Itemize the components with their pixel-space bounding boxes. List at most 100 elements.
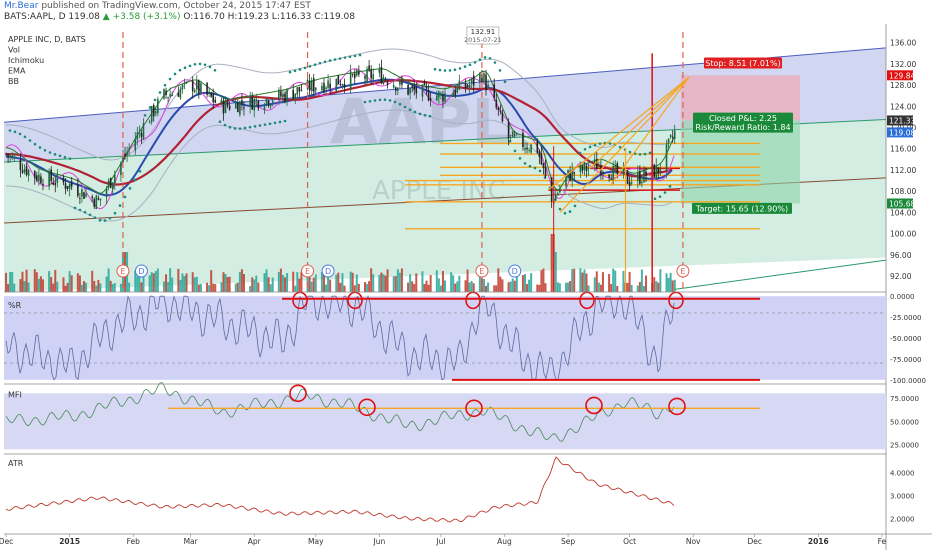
volume-bar <box>177 268 180 292</box>
volume-bar <box>95 285 98 292</box>
volume-bar <box>427 284 430 292</box>
time-tick-label: Jul <box>435 537 445 546</box>
publish-line: Mr.Bear published on TradingView.com, Oc… <box>4 1 311 11</box>
volume-bar <box>185 273 188 292</box>
volume-bar <box>444 280 446 292</box>
ichimoku-dot <box>58 154 62 158</box>
ichimoku-dot <box>453 68 457 72</box>
candle-body <box>329 83 331 89</box>
volume-bar <box>386 269 389 292</box>
williams-r-title: %R <box>8 301 22 310</box>
candle-body <box>466 85 469 88</box>
volume-bar <box>320 272 323 292</box>
candle-body <box>222 100 225 114</box>
candle-body <box>501 112 504 122</box>
ichimoku-dot <box>598 142 602 145</box>
volume-bar <box>33 269 36 292</box>
volume-bar <box>277 272 280 292</box>
candle-body <box>421 84 424 97</box>
volume-bar <box>610 284 613 292</box>
volume-bar <box>255 275 258 292</box>
candle-body <box>224 100 227 113</box>
price-change: +3.58 (+3.1%) <box>112 12 181 22</box>
candle-body <box>673 130 676 139</box>
price-legend-item: Vol <box>8 46 20 55</box>
symbol-label: BATS:AAPL, D <box>4 12 66 22</box>
ichimoku-dot <box>223 123 227 127</box>
ichimoku-dot <box>443 69 447 72</box>
volume-bar <box>234 283 237 292</box>
volume-bar <box>579 268 582 292</box>
price-tick-label: 132.00 <box>890 60 916 69</box>
ichimoku-dot <box>53 153 57 156</box>
ichimoku-dot <box>383 98 387 101</box>
time-tick-label: Fe <box>878 537 887 546</box>
candle-body <box>423 81 426 85</box>
volume-bar <box>294 285 297 292</box>
volume-bar <box>396 269 399 292</box>
volume-bar <box>513 280 516 292</box>
ichimoku-dot <box>488 56 492 60</box>
mfi-tick-label: 50.0000 <box>890 418 919 426</box>
candle-body <box>278 89 280 100</box>
volume-bar <box>329 279 332 292</box>
volume-bar <box>630 284 633 292</box>
ichimoku-dot <box>528 164 532 168</box>
ichimoku-dot <box>418 112 422 116</box>
candle-body <box>179 88 182 99</box>
candle-body <box>42 183 44 186</box>
price-tick-label: 92.00 <box>890 272 912 281</box>
volume-bar <box>91 270 94 292</box>
volume-bar <box>464 280 467 292</box>
volume-bar <box>312 277 315 292</box>
candle-body <box>485 74 487 91</box>
volume-bar <box>538 284 541 292</box>
candle-body <box>33 170 36 178</box>
time-tick-label: Aug <box>497 537 512 546</box>
candle-body <box>538 151 541 157</box>
candle-body <box>27 169 30 176</box>
volume-bar <box>614 270 617 292</box>
candle-body <box>40 176 42 184</box>
candle-body <box>559 188 561 193</box>
candle-body <box>665 143 668 172</box>
candle-body <box>522 132 524 147</box>
ichimoku-dot <box>563 211 567 215</box>
volume-bar <box>400 268 403 292</box>
volume-bar <box>76 273 79 292</box>
ichimoku-dot <box>378 98 382 102</box>
candle-body <box>626 171 629 184</box>
volume-bar <box>224 274 227 292</box>
atr-tick-label: 3.0000 <box>890 492 915 500</box>
earnings-marker-label: D <box>325 267 331 276</box>
volume-bar <box>485 285 488 292</box>
candle-body <box>280 91 282 97</box>
ichimoku-dot <box>523 162 527 165</box>
volume-bar <box>521 275 524 292</box>
volume-bar <box>495 285 498 292</box>
candle-body <box>411 86 413 88</box>
chart-canvas[interactable]: AAPLAPPLE INCE D E D E D E132.912015-07-21Stop… <box>0 24 932 550</box>
volume-bar <box>413 284 416 292</box>
candle-body <box>380 66 383 84</box>
price-legend-item: APPLE INC, D, BATS <box>8 35 86 44</box>
time-tick-label: Feb <box>127 537 141 546</box>
candle-body <box>239 101 241 115</box>
candle-body <box>487 84 489 89</box>
volume-bar <box>425 280 428 292</box>
candle-body <box>142 123 145 139</box>
volume-bar <box>171 277 174 292</box>
ichimoku-dot <box>233 127 237 130</box>
candle-body <box>83 192 85 199</box>
ichimoku-dot <box>343 56 347 59</box>
price-legend-item: Ichimoku <box>8 56 44 65</box>
candle-body <box>540 153 543 165</box>
author-link[interactable]: Mr.Bear <box>4 1 38 11</box>
volume-bar <box>23 281 26 292</box>
ichimoku-dot <box>153 98 157 102</box>
volume-bar <box>409 274 412 292</box>
quote-line: BATS:AAPL, D 119.08 ▲ +3.58 (+3.1%) O:11… <box>4 12 355 22</box>
candle-body <box>62 177 65 183</box>
volume-bar <box>657 282 660 292</box>
candle-body <box>99 198 102 201</box>
